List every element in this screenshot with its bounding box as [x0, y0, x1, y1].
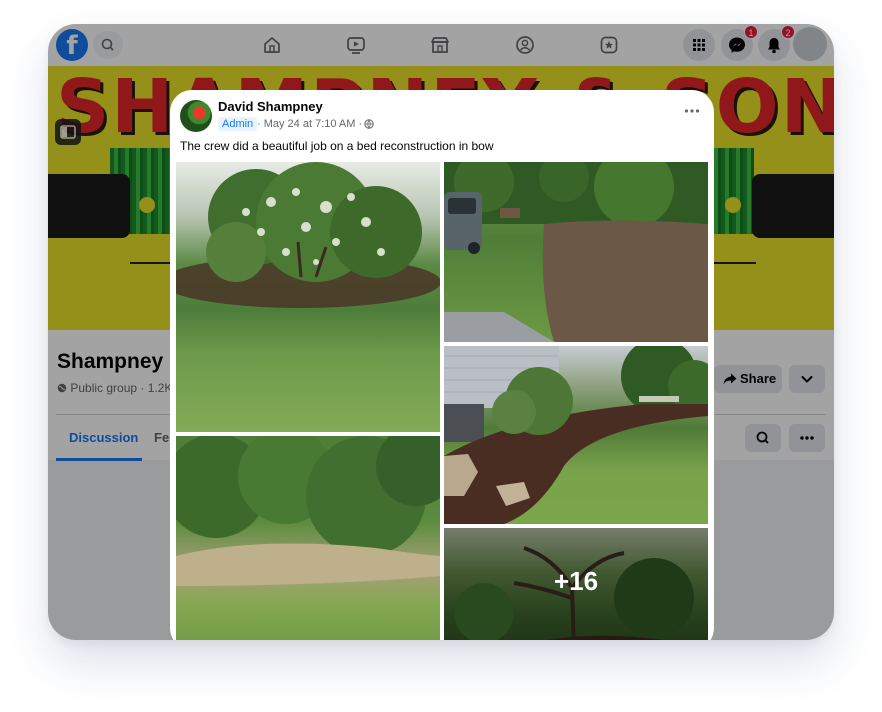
browser-window: f 1 2 SON Shampney Public group · 1.2K S…: [48, 24, 834, 640]
post-text: The crew did a beautiful job on a bed re…: [180, 139, 494, 153]
more-photos-overlay[interactable]: +16: [444, 528, 708, 640]
post-author[interactable]: David Shampney: [218, 99, 323, 114]
post-modal: David Shampney Admin · May 24 at 7:10 AM…: [170, 90, 714, 640]
more-dots-icon: [684, 109, 700, 113]
globe-icon: [364, 119, 374, 129]
post-timestamp[interactable]: · May 24 at 7:10 AM ·: [257, 118, 362, 130]
more-photos-count: +16: [553, 566, 599, 596]
admin-badge: Admin: [218, 117, 258, 131]
post-photo-3[interactable]: [444, 346, 708, 524]
post-photo-2[interactable]: [444, 162, 708, 342]
author-avatar[interactable]: [180, 100, 212, 132]
post-photo-5[interactable]: +16: [444, 528, 708, 640]
post-photo-1[interactable]: [176, 162, 440, 432]
post-photo-4[interactable]: [176, 436, 440, 640]
post-options-button[interactable]: [680, 104, 704, 118]
